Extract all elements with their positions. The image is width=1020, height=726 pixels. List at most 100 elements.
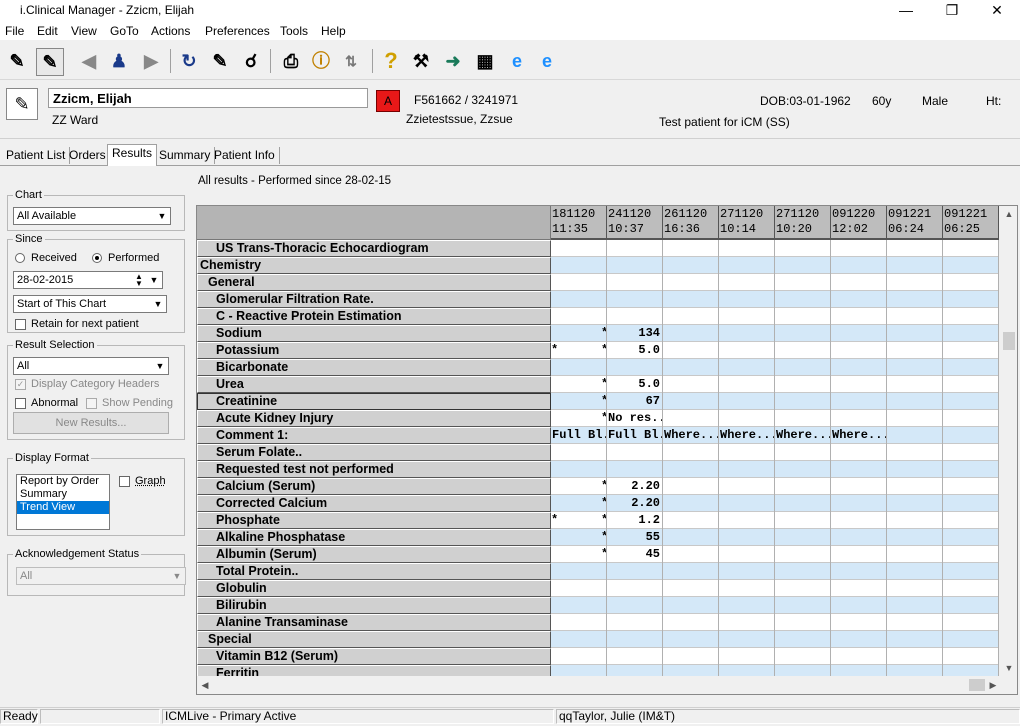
display-headers-checkbox[interactable]: ✓ (15, 379, 26, 390)
menu-preferences[interactable]: Preferences (205, 24, 270, 38)
horizontal-scrollbar[interactable]: ◀ ▶ (197, 676, 1017, 694)
ie-alt-icon[interactable]: e (534, 48, 560, 74)
format-trend-view[interactable]: Trend View (17, 501, 109, 514)
result-cell[interactable] (663, 291, 719, 308)
row-header[interactable]: Globulin (197, 580, 551, 597)
result-cell[interactable] (551, 648, 607, 665)
result-cell[interactable] (663, 597, 719, 614)
result-cell[interactable]: * (551, 325, 607, 342)
row-header[interactable]: Bicarbonate (197, 359, 551, 376)
menu-goto[interactable]: GoTo (110, 24, 139, 38)
result-cell[interactable] (719, 257, 775, 274)
result-cell[interactable] (887, 529, 943, 546)
row-header[interactable]: Acute Kidney Injury (197, 410, 551, 427)
result-cell[interactable] (887, 325, 943, 342)
result-cell[interactable] (719, 291, 775, 308)
info-icon[interactable]: ⓘ (308, 48, 334, 74)
menu-edit[interactable]: Edit (37, 24, 58, 38)
result-cell[interactable] (719, 648, 775, 665)
result-cell[interactable] (607, 257, 663, 274)
forward-arrow-icon[interactable]: ▶ (138, 48, 164, 74)
row-header[interactable]: Vitamin B12 (Serum) (197, 648, 551, 665)
row-header[interactable]: Chemistry (197, 257, 551, 274)
result-cell[interactable]: 2.20 (607, 478, 663, 495)
scroll-right-icon[interactable]: ▶ (985, 677, 1001, 693)
result-cell[interactable] (607, 614, 663, 631)
result-cell[interactable] (551, 614, 607, 631)
result-cell[interactable] (831, 614, 887, 631)
result-cell[interactable] (663, 359, 719, 376)
result-cell[interactable] (607, 291, 663, 308)
result-cell[interactable] (831, 512, 887, 529)
vertical-scrollbar[interactable]: ▲ ▼ (1001, 206, 1017, 676)
result-cell[interactable] (663, 257, 719, 274)
result-cell[interactable] (775, 410, 831, 427)
row-header[interactable]: Serum Folate.. (197, 444, 551, 461)
result-cell[interactable] (943, 529, 999, 546)
result-cell[interactable] (775, 359, 831, 376)
result-cell[interactable] (775, 325, 831, 342)
result-cell[interactable] (663, 529, 719, 546)
result-cell[interactable] (551, 563, 607, 580)
result-cell[interactable]: Where... (719, 427, 775, 444)
tab-orders[interactable]: Orders (65, 147, 111, 164)
result-cell[interactable]: 45 (607, 546, 663, 563)
performed-radio[interactable] (92, 253, 102, 263)
column-header[interactable]: 091221 06:24 (887, 206, 943, 240)
result-cell[interactable] (943, 393, 999, 410)
result-cell[interactable] (719, 495, 775, 512)
result-cell[interactable] (831, 325, 887, 342)
result-cell[interactable] (719, 580, 775, 597)
result-cell[interactable] (663, 614, 719, 631)
result-cell[interactable] (719, 597, 775, 614)
spin-icon[interactable]: ▲ ▼ (132, 273, 146, 288)
result-cell[interactable] (551, 359, 607, 376)
result-cell[interactable]: Where... (831, 427, 887, 444)
result-cell[interactable] (607, 563, 663, 580)
row-header[interactable]: Corrected Calcium (197, 495, 551, 512)
result-cell[interactable] (943, 631, 999, 648)
result-cell[interactable] (663, 376, 719, 393)
result-cell[interactable] (831, 631, 887, 648)
result-cell[interactable]: ** (551, 342, 607, 359)
result-cell[interactable] (663, 648, 719, 665)
result-cell[interactable] (663, 274, 719, 291)
result-cell[interactable] (607, 631, 663, 648)
exit-icon[interactable]: ➜ (440, 48, 466, 74)
row-header[interactable]: Total Protein.. (197, 563, 551, 580)
result-cell[interactable] (831, 308, 887, 325)
result-cell[interactable] (775, 308, 831, 325)
result-cell[interactable] (943, 648, 999, 665)
result-cell[interactable]: 67 (607, 393, 663, 410)
result-cell[interactable] (663, 495, 719, 512)
result-cell[interactable] (607, 444, 663, 461)
result-cell[interactable] (551, 291, 607, 308)
result-cell[interactable]: * (551, 546, 607, 563)
format-report-by-order[interactable]: Report by Order (17, 475, 109, 488)
result-cell[interactable] (943, 308, 999, 325)
patient-notes-icon[interactable]: ✎ (6, 88, 38, 120)
sort-icon[interactable]: ⇅ (338, 48, 364, 74)
new-results-button[interactable]: New Results... (13, 412, 169, 434)
result-cell[interactable] (831, 478, 887, 495)
result-cell[interactable] (943, 614, 999, 631)
result-cell[interactable] (943, 410, 999, 427)
result-cell[interactable] (775, 342, 831, 359)
row-header[interactable]: Sodium (197, 325, 551, 342)
result-cell[interactable] (887, 240, 943, 257)
result-cell[interactable] (663, 342, 719, 359)
row-header[interactable]: Potassium (197, 342, 551, 359)
result-cell[interactable] (775, 291, 831, 308)
result-cell[interactable] (719, 240, 775, 257)
tab-results[interactable]: Results (107, 144, 158, 166)
result-cell[interactable] (719, 546, 775, 563)
result-cell[interactable] (831, 597, 887, 614)
result-cell[interactable] (719, 631, 775, 648)
scroll-left-icon[interactable]: ◀ (197, 677, 213, 693)
menu-actions[interactable]: Actions (151, 24, 190, 38)
show-pending-checkbox[interactable] (86, 398, 97, 409)
result-cell[interactable] (887, 563, 943, 580)
results-grid[interactable]: 181120 11:35 241120 10:37 261120 16:36 271120 1… (196, 205, 1018, 695)
result-cell[interactable] (775, 631, 831, 648)
result-cell[interactable] (943, 257, 999, 274)
